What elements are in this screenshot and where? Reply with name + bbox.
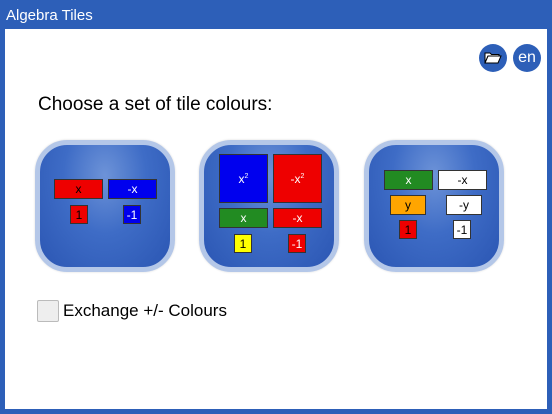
prompt-text: Choose a set of tile colours: (38, 94, 273, 115)
tile-one: 1 (70, 205, 88, 224)
exchange-colours-checkbox[interactable] (37, 300, 59, 322)
tile-x: x (219, 208, 268, 228)
title-bar: Algebra Tiles (0, 0, 552, 29)
open-folder-button[interactable] (479, 44, 507, 72)
tile-x: x (54, 179, 103, 199)
tile-neg-one: -1 (453, 220, 471, 239)
tile-x-squared-exp: 2 (244, 173, 249, 180)
exchange-colours-label[interactable]: Exchange +/- Colours (63, 300, 227, 322)
tile-neg-x: -x (273, 208, 322, 228)
tile-neg-one: -1 (288, 234, 306, 253)
language-label: en (518, 49, 536, 66)
tile-neg-x-squared-base: -x (290, 171, 301, 186)
tile-y: y (390, 195, 426, 215)
tile-neg-x: -x (438, 170, 487, 190)
tileset-option-3[interactable]: x -x y -y 1 -1 (364, 140, 504, 272)
tile-x: x (384, 170, 433, 190)
tileset-option-1[interactable]: x -x 1 -1 (35, 140, 175, 272)
tile-neg-y: -y (446, 195, 482, 215)
tile-neg-x-squared-exp: 2 (300, 173, 305, 180)
main-panel: en Choose a set of tile colours: x -x 1 … (5, 29, 547, 409)
tile-neg-x-squared: -x 2 (273, 154, 322, 203)
tile-x-squared: x2 (219, 154, 268, 203)
language-button[interactable]: en (513, 44, 541, 72)
tileset-option-2[interactable]: x2 -x 2 x -x 1 -1 (199, 140, 339, 272)
tile-neg-x: -x (108, 179, 157, 199)
tile-neg-one: -1 (123, 205, 141, 224)
tile-one: 1 (234, 234, 252, 253)
tile-one: 1 (399, 220, 417, 239)
app-title: Algebra Tiles (6, 7, 93, 24)
folder-open-icon (484, 52, 502, 64)
